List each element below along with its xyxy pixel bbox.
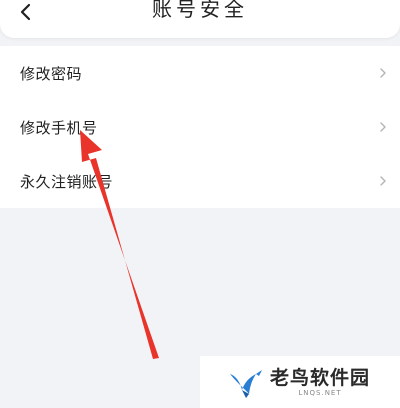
watermark: 老鸟软件园 LNQS.NET [200, 356, 400, 408]
app-header: 账号安全 [0, 0, 400, 38]
menu-item-label: 永久注销账号 [20, 172, 114, 191]
menu-item-label: 修改密码 [20, 64, 83, 83]
chevron-right-icon [380, 176, 386, 186]
watermark-name: 老鸟软件园 [270, 366, 371, 389]
bird-logo-icon [230, 370, 262, 398]
delete-account-item[interactable]: 永久注销账号 [0, 154, 400, 208]
change-phone-item[interactable]: 修改手机号 [0, 100, 400, 154]
settings-list: 修改密码 修改手机号 永久注销账号 [0, 46, 400, 208]
menu-item-label: 修改手机号 [20, 118, 98, 137]
chevron-right-icon [380, 68, 386, 78]
change-password-item[interactable]: 修改密码 [0, 46, 400, 100]
chevron-right-icon [380, 122, 386, 132]
page-title: 账号安全 [152, 0, 248, 21]
watermark-url: LNQS.NET [298, 388, 342, 397]
